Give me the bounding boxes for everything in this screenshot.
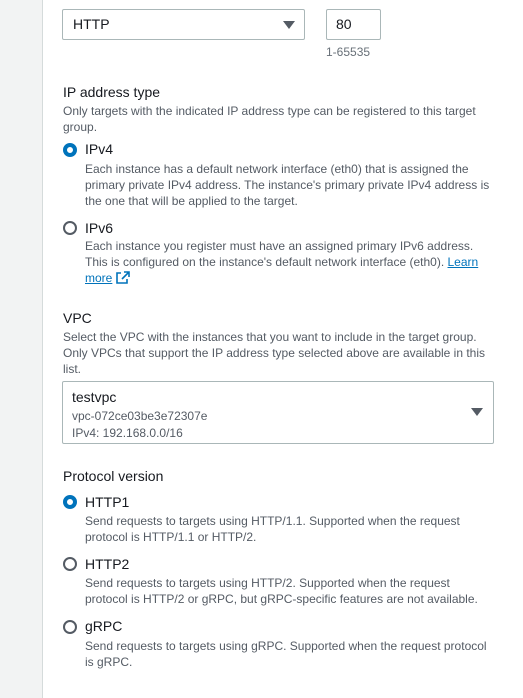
ipv6-description-block: Each instance you register must have an …	[85, 238, 495, 286]
ipv4-description: Each instance has a default network inte…	[85, 162, 490, 208]
vpc-description: Select the VPC with the instances that y…	[63, 330, 486, 376]
ipv6-description: Each instance you register must have an …	[85, 239, 474, 269]
http1-label[interactable]: HTTP1	[85, 494, 129, 510]
protocol-select-value: HTTP	[73, 16, 110, 32]
http2-description: Send requests to targets using HTTP/2. S…	[85, 576, 478, 606]
http2-radio[interactable]	[63, 557, 77, 571]
ip-address-type-label: IP address type	[63, 84, 161, 100]
caret-down-icon	[283, 21, 295, 29]
ip-address-type-description: Only targets with the indicated IP addre…	[63, 104, 476, 134]
http2-label[interactable]: HTTP2	[85, 556, 129, 572]
ipv6-radio[interactable]	[63, 221, 77, 235]
ipv6-label[interactable]: IPv6	[85, 220, 113, 236]
vpc-selected-id: vpc-072ce03be3e72307e	[72, 409, 208, 423]
grpc-label[interactable]: gRPC	[85, 618, 122, 634]
grpc-radio[interactable]	[63, 620, 77, 634]
caret-down-icon	[471, 408, 483, 416]
port-range-hint: 1-65535	[326, 45, 371, 59]
vpc-label: VPC	[63, 310, 92, 326]
port-input[interactable]: 80	[326, 9, 381, 40]
protocol-version-label: Protocol version	[63, 468, 164, 484]
http1-description: Send requests to targets using HTTP/1.1.…	[85, 514, 460, 544]
vpc-select[interactable]: testvpc vpc-072ce03be3e72307e IPv4: 192.…	[62, 381, 494, 444]
vpc-selected-name: testvpc	[72, 389, 117, 405]
external-link-icon	[116, 271, 131, 284]
ipv4-label[interactable]: IPv4	[85, 141, 113, 157]
port-input-value: 80	[336, 16, 352, 32]
protocol-select[interactable]: HTTP	[62, 9, 305, 40]
grpc-description: Send requests to targets using gRPC. Sup…	[85, 639, 487, 669]
ipv4-radio[interactable]	[63, 143, 77, 157]
vpc-selected-cidr: IPv4: 192.168.0.0/16	[72, 426, 183, 440]
http1-radio[interactable]	[63, 495, 77, 509]
